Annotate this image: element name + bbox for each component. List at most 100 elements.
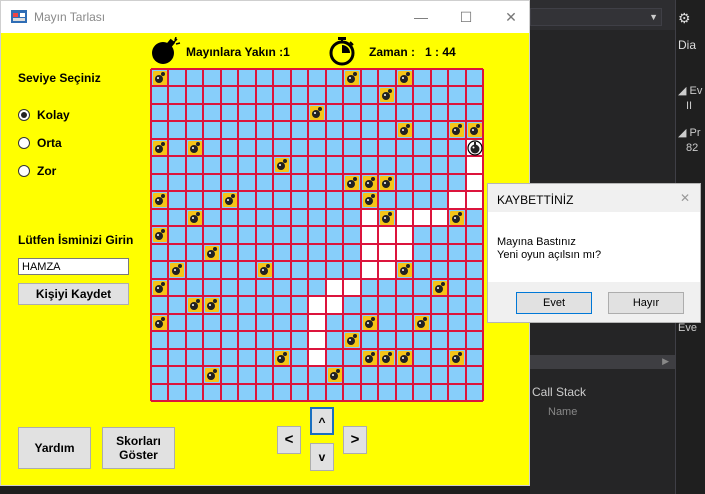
mine-cell[interactable] (222, 192, 240, 210)
open-cell (465, 173, 483, 192)
grid-line (151, 172, 483, 175)
mine-cell[interactable] (449, 122, 467, 140)
bomb-icon (467, 123, 482, 138)
radio-orta-label[interactable]: Orta (37, 136, 62, 150)
minimize-button[interactable]: — (406, 7, 436, 27)
yes-button[interactable]: Evet (516, 292, 592, 314)
mine-cell[interactable] (379, 210, 397, 228)
game-over-dialog: KAYBETTİNİZ ✕ Mayına Bastınız Yeni oyun … (487, 183, 701, 323)
mine-cell[interactable] (309, 105, 327, 123)
name-input[interactable] (18, 258, 129, 275)
dialog-title: KAYBETTİNİZ (497, 193, 574, 207)
open-cell (413, 208, 431, 227)
mine-cell[interactable] (204, 297, 222, 315)
mine-cell[interactable] (449, 350, 467, 368)
grid-line (151, 260, 483, 263)
open-cell (308, 313, 326, 332)
title-bar: Mayın Tarlası — ☐ ✕ (1, 1, 529, 33)
mine-cell[interactable] (397, 70, 415, 88)
mine-cell[interactable] (432, 280, 450, 298)
mine-cell[interactable] (204, 245, 222, 263)
mine-cell[interactable] (379, 350, 397, 368)
gear-icon[interactable]: ⚙ (678, 10, 691, 27)
bomb-icon (153, 140, 167, 155)
mine-board[interactable] (150, 68, 485, 402)
bomb-icon (205, 245, 220, 260)
close-button[interactable]: ✕ (496, 7, 526, 27)
mine-cell[interactable] (152, 315, 170, 333)
maximize-button[interactable]: ☐ (451, 7, 481, 27)
open-cell (325, 278, 344, 297)
open-cell (378, 261, 396, 279)
up-button[interactable]: ^ (310, 407, 334, 435)
radio-zor-label[interactable]: Zor (37, 164, 56, 178)
mine-cell[interactable] (362, 350, 380, 368)
mine-cell[interactable] (397, 350, 415, 368)
bomb-icon (345, 175, 360, 190)
mine-cell[interactable] (257, 262, 275, 280)
open-cell (360, 226, 379, 244)
mine-cell[interactable] (204, 367, 222, 385)
time-value: 1 : 44 (425, 45, 456, 59)
bomb-icon (380, 350, 395, 365)
down-button[interactable]: v (310, 443, 334, 471)
exploded-mine-cell (466, 140, 485, 158)
mine-cell[interactable] (152, 192, 170, 210)
help-button[interactable]: Yardım (18, 427, 91, 469)
mine-cell[interactable] (397, 262, 415, 280)
mine-cell[interactable] (152, 70, 170, 88)
open-cell (448, 191, 466, 209)
mine-cell[interactable] (187, 210, 205, 228)
open-cell (395, 243, 414, 262)
mine-cell[interactable] (187, 140, 205, 158)
bomb-icon (397, 71, 412, 85)
mine-cell[interactable] (274, 157, 292, 175)
bomb-icon (397, 123, 412, 138)
radio-kolay[interactable] (18, 109, 30, 121)
level-title: Seviye Seçiniz (18, 71, 101, 85)
mine-cell[interactable] (274, 350, 292, 368)
bomb-icon (187, 210, 202, 225)
ide-scrollbar[interactable]: ▶ (530, 355, 675, 369)
ide-dropdown[interactable]: ▼ (530, 8, 662, 26)
mine-cell[interactable] (152, 280, 170, 298)
mine-cell[interactable] (152, 140, 170, 158)
mine-cell[interactable] (379, 175, 397, 193)
mine-cell[interactable] (449, 210, 467, 228)
bomb-icon (397, 350, 412, 365)
time-label: Zaman : (369, 45, 416, 59)
radio-zor[interactable] (18, 165, 30, 177)
radio-orta[interactable] (18, 137, 30, 149)
dialog-close-button[interactable]: ✕ (680, 191, 690, 205)
open-cell (378, 243, 396, 262)
mine-cell[interactable] (187, 297, 205, 315)
dialog-message-line2: Yeni oyun açılsın mı? (497, 249, 602, 261)
bomb-icon (275, 350, 290, 365)
mine-cell[interactable] (414, 315, 432, 333)
mine-cell[interactable] (344, 332, 362, 350)
mine-cell[interactable] (362, 192, 380, 210)
open-cell (325, 296, 344, 314)
mine-cell[interactable] (362, 315, 380, 333)
show-scores-button[interactable]: Skorları Göster (102, 427, 175, 469)
grid-line (151, 400, 483, 402)
mine-cell[interactable] (379, 87, 397, 105)
left-button[interactable]: < (277, 426, 301, 454)
mine-cell[interactable] (344, 175, 362, 193)
mine-cell[interactable] (362, 175, 380, 193)
bomb-icon (187, 140, 202, 155)
bomb-icon (187, 298, 202, 313)
mine-cell[interactable] (169, 262, 187, 280)
mine-cell[interactable] (467, 122, 485, 140)
no-button[interactable]: Hayır (608, 292, 684, 314)
bomb-icon (257, 263, 272, 278)
save-person-button[interactable]: Kişiyi Kaydet (18, 283, 129, 305)
mine-cell[interactable] (397, 122, 415, 140)
radio-kolay-label[interactable]: Kolay (37, 108, 70, 122)
mine-cell[interactable] (327, 367, 345, 385)
mine-cell[interactable] (152, 227, 170, 245)
dialog-body: Mayına Bastınız Yeni oyun açılsın mı? (488, 212, 700, 282)
bomb-icon (397, 263, 412, 278)
right-button[interactable]: > (343, 426, 367, 454)
mine-cell[interactable] (344, 70, 362, 88)
